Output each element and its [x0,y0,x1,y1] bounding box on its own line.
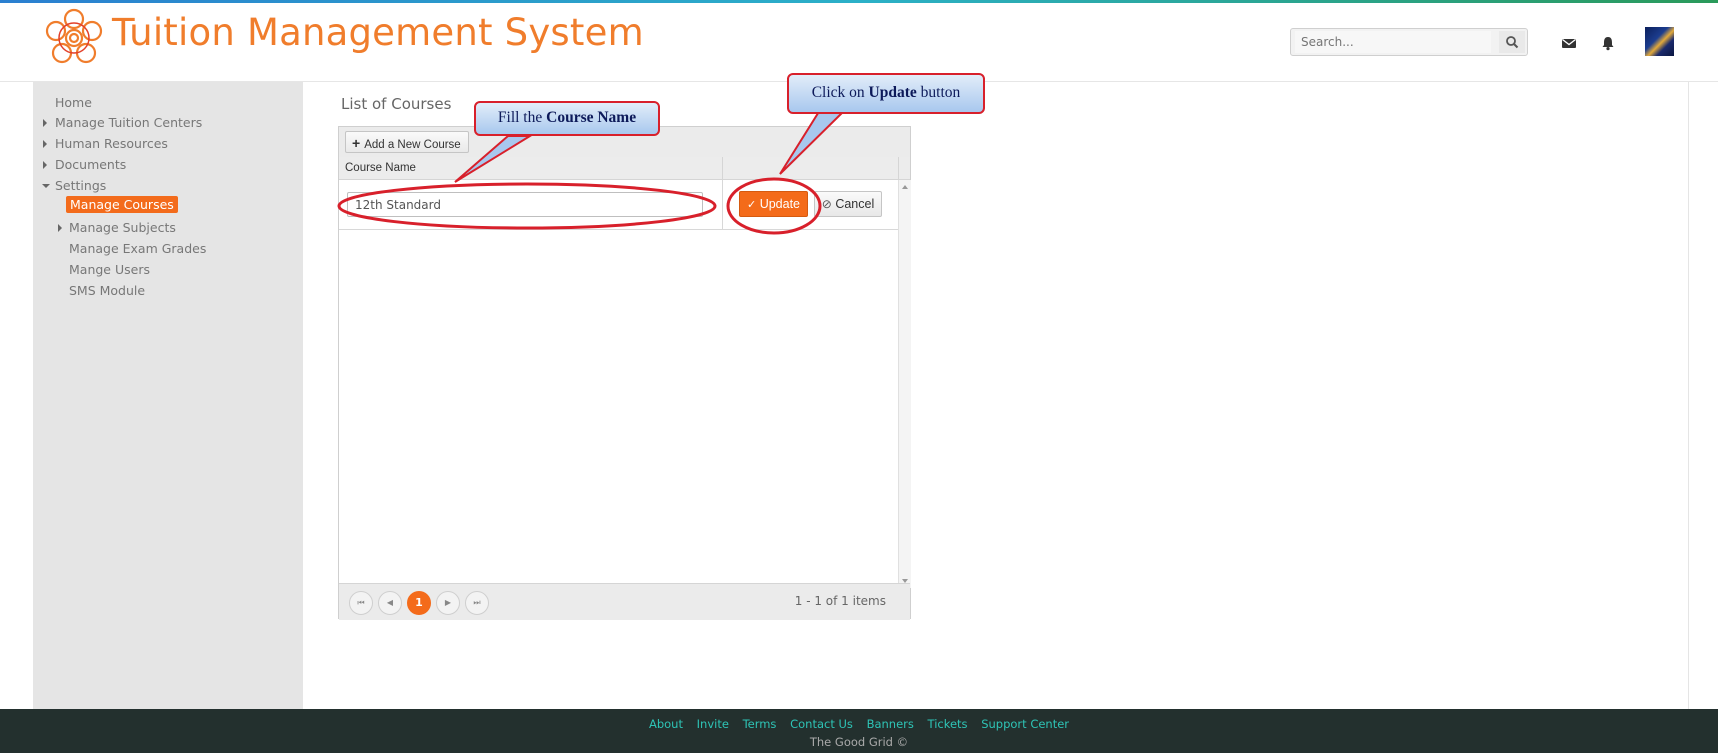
update-label: Update [759,197,800,211]
current-page-button[interactable]: 1 [407,591,431,615]
next-page-icon[interactable]: ▶ [436,591,460,615]
bell-icon[interactable] [1599,35,1617,51]
sidebar-item-label: Manage Courses [66,196,178,213]
search-icon [1506,36,1519,49]
callout-course-name: Fill the Course Name [474,101,660,136]
sidebar-item-exam-grades[interactable]: Manage Exam Grades [69,241,206,256]
column-divider [898,157,899,179]
footer-link-banners[interactable]: Banners [867,717,914,731]
callout-bold-text: Update [868,84,917,101]
sidebar-item-label: Mange Users [69,262,150,277]
column-header-course-name[interactable]: Course Name [345,157,416,179]
search-button[interactable] [1499,31,1525,53]
sidebar-item-label: Human Resources [55,136,168,151]
sidebar-item-label: SMS Module [69,283,146,298]
cancel-button[interactable]: ⊘ Cancel [814,191,882,217]
page-footer: About Invite Terms Contact Us Banners Ti… [0,709,1718,753]
mail-icon[interactable] [1560,35,1578,51]
column-divider [722,180,723,229]
footer-link-contact[interactable]: Contact Us [790,717,853,731]
sidebar-item-tuition-centers[interactable]: Manage Tuition Centers [55,115,202,130]
callout-text: button [916,84,961,101]
sidebar-item-label: Manage Subjects [69,220,176,235]
callout-update: Click on Update button [787,73,985,114]
sidebar-item-label: Manage Exam Grades [69,241,207,256]
sidebar-item-home[interactable]: Home [55,95,92,110]
sidebar-item-label: Settings [55,178,107,193]
sidebar-item-label: Manage Tuition Centers [55,115,203,130]
grid-header: Course Name [339,157,910,180]
last-page-icon[interactable]: ⏭ [465,591,489,615]
callout-text: Click on [811,84,869,101]
vertical-scrollbar[interactable] [898,180,911,588]
footer-link-invite[interactable]: Invite [697,717,729,731]
expand-caret-icon [43,140,47,148]
app-title: Tuition Management System [112,11,644,54]
callout-bold-text: Course Name [546,109,637,126]
sidebar-item-users[interactable]: Mange Users [69,262,150,277]
expand-caret-icon [43,161,47,169]
sidebar-item-documents[interactable]: Documents [55,157,126,172]
callout-text: Fill the [497,109,547,126]
sidebar-item-sms-module[interactable]: SMS Module [69,283,145,298]
update-button[interactable]: ✓ Update [739,191,808,217]
search-input[interactable] [1295,31,1491,53]
cancel-icon: ⊘ [821,197,832,211]
user-avatar[interactable] [1645,27,1674,56]
sidebar-item-label: Documents [55,157,127,172]
sidebar-item-label: Home [55,95,92,110]
sidebar-item-manage-courses[interactable]: Manage Courses [66,196,178,213]
plus-icon: + [352,135,361,151]
expand-caret-icon [58,224,62,232]
search-box [1290,28,1528,56]
scroll-up-arrow-icon[interactable] [899,182,911,192]
footer-link-terms[interactable]: Terms [743,717,777,731]
footer-link-tickets[interactable]: Tickets [928,717,968,731]
courses-grid: +Add a New Course Course Name ✓ Update ⊘… [338,126,911,620]
app-logo [45,8,103,64]
grid-pager: ⏮ ◀ 1 ▶ ⏭ 1 - 1 of 1 items [339,583,910,620]
sidebar-item-settings[interactable]: Settings [55,178,106,193]
footer-links: About Invite Terms Contact Us Banners Ti… [0,717,1718,731]
check-icon: ✓ [746,199,757,211]
app-header: Tuition Management System [0,3,1718,82]
content-right-border [1688,82,1689,709]
column-divider [722,157,723,179]
course-name-input[interactable] [347,192,703,217]
table-row: ✓ Update ⊘ Cancel [339,180,898,230]
cancel-label: Cancel [835,197,875,211]
copyright: The Good Grid © [809,735,909,749]
collapse-caret-icon [42,184,50,188]
add-course-label: Add a New Course [364,139,461,151]
first-page-icon[interactable]: ⏮ [349,591,373,615]
page-title: List of Courses [341,95,452,113]
sidebar: Home Manage Tuition Centers Human Resour… [33,82,303,709]
prev-page-icon[interactable]: ◀ [378,591,402,615]
footer-link-about[interactable]: About [649,717,683,731]
pager-info: 1 - 1 of 1 items [794,594,886,608]
expand-caret-icon [43,119,47,127]
sidebar-item-manage-subjects[interactable]: Manage Subjects [69,220,176,235]
sidebar-item-human-resources[interactable]: Human Resources [55,136,168,151]
add-course-button[interactable]: + Add a New Course [345,131,469,153]
footer-link-support[interactable]: Support Center [981,717,1069,731]
